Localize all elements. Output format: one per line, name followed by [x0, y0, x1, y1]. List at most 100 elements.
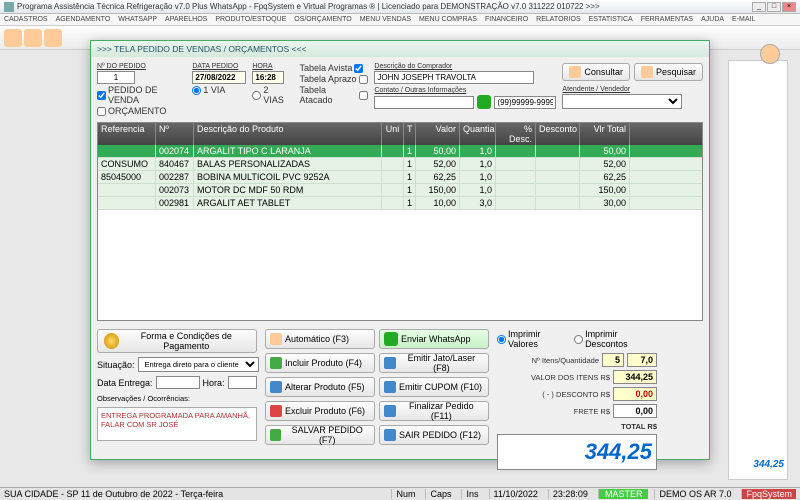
- pedido-venda-label: PEDIDO DE VENDA: [108, 85, 186, 105]
- whatsapp-button[interactable]: Enviar WhatsApp: [379, 329, 489, 349]
- menu-cadastros[interactable]: CADASTROS: [4, 16, 48, 23]
- automatico-button[interactable]: Automático (F3): [265, 329, 375, 349]
- tabela-atacado-check[interactable]: [359, 91, 368, 100]
- menu-financeiro[interactable]: FINANCEIRO: [485, 16, 528, 23]
- col-pdesc[interactable]: % Desc.: [496, 123, 536, 145]
- flag-icon: [384, 405, 396, 417]
- menu-whatsapp[interactable]: WHATSAPP: [118, 16, 157, 23]
- toolbar-icon[interactable]: [44, 29, 62, 47]
- exit-icon: [384, 429, 396, 441]
- via2-label: 2 VIAS: [263, 85, 289, 105]
- pedido-venda-check[interactable]: [97, 91, 106, 100]
- fone-input[interactable]: [494, 96, 556, 109]
- tabela-avista-check[interactable]: [354, 64, 363, 73]
- modal-title: >>> TELA PEDIDO DE VENDAS / ORÇAMENTOS <…: [91, 41, 709, 57]
- col-uni[interactable]: Uni: [382, 123, 404, 145]
- contato-input[interactable]: [374, 96, 474, 109]
- payment-terms-button[interactable]: Forma e Condições de Pagamento: [97, 329, 257, 353]
- col-quantia[interactable]: Quantia: [460, 123, 496, 145]
- close-button[interactable]: ×: [782, 2, 796, 12]
- alterar-button[interactable]: Alterar Produto (F5): [265, 377, 375, 397]
- pesquisar-button[interactable]: Pesquisar: [634, 63, 703, 81]
- maximize-button[interactable]: □: [767, 2, 781, 12]
- table-row[interactable]: 002981ARGALIT AET TABLET110,003,030,00: [98, 197, 702, 210]
- imprimir-descontos-radio[interactable]: [574, 335, 583, 344]
- status-brand: FpqSystem: [741, 489, 796, 499]
- obs-textarea[interactable]: ENTREGA PROGRAMADA PARA AMANHÃ, FALAR CO…: [97, 407, 257, 441]
- menu-estatistica[interactable]: ESTATISTICA: [589, 16, 633, 23]
- incluir-button[interactable]: Incluir Produto (F4): [265, 353, 375, 373]
- products-grid: Referencia Nº Descrição do Produto Uni T…: [97, 122, 703, 321]
- excluir-button[interactable]: Excluir Produto (F6): [265, 401, 375, 421]
- menu-relatorios[interactable]: RELATORIOS: [536, 16, 580, 23]
- frete-label: FRETE R$: [574, 407, 610, 416]
- menu-aparelhos[interactable]: APARELHOS: [165, 16, 207, 23]
- desconto-label: ( - ) DESCONTO R$: [542, 390, 610, 399]
- check-icon: [270, 429, 281, 441]
- col-valor[interactable]: Valor: [416, 123, 460, 145]
- menu-vendas[interactable]: MENU VENDAS: [360, 16, 411, 23]
- menu-bar: CADASTROS AGENDAMENTO WHATSAPP APARELHOS…: [0, 14, 800, 26]
- col-no[interactable]: Nº: [156, 123, 194, 145]
- menu-email[interactable]: E-MAIL: [732, 16, 755, 23]
- itens-label: Nº Itens/Quantidade: [532, 356, 599, 365]
- menu-ferramentas[interactable]: FERRAMENTAS: [641, 16, 693, 23]
- orcamento-check[interactable]: [97, 107, 106, 116]
- col-referencia[interactable]: Referencia: [98, 123, 156, 145]
- atendente-select[interactable]: [562, 94, 682, 109]
- coins-icon: [104, 333, 119, 349]
- no-pedido-input[interactable]: [97, 71, 135, 84]
- atendente-label: Atendente / Vendedor: [562, 86, 703, 93]
- tabela-aprazo-check[interactable]: [359, 75, 368, 84]
- contato-label: Contato / Outras Informações: [374, 87, 556, 94]
- hora-entrega-input[interactable]: [228, 376, 257, 389]
- col-t[interactable]: T: [404, 123, 416, 145]
- data-pedido-input[interactable]: [192, 71, 246, 84]
- window-title: Programa Assistência Técnica Refrigeraçã…: [17, 2, 600, 11]
- grid-empty-area: [98, 210, 702, 320]
- menu-agendamento[interactable]: AGENDAMENTO: [56, 16, 111, 23]
- status-demo: DEMO OS AR 7.0: [654, 489, 735, 499]
- menu-produto[interactable]: PRODUTO/ESTOQUE: [215, 16, 286, 23]
- via2-radio[interactable]: [252, 91, 261, 100]
- toolbar-icon[interactable]: [4, 29, 22, 47]
- consultar-button[interactable]: Consultar: [562, 63, 630, 81]
- itens-qty: 7,0: [627, 353, 657, 367]
- status-time: 23:28:09: [548, 489, 592, 499]
- cupom-button[interactable]: Emitir CUPOM (F10): [379, 377, 489, 397]
- status-num: Num: [391, 489, 419, 499]
- sair-button[interactable]: SAIR PEDIDO (F12): [379, 425, 489, 445]
- table-row[interactable]: 002074ARGALIT TIPO C LARANJA150,001,050,…: [98, 145, 702, 158]
- table-row[interactable]: CONSUMO840467BALAS PERSONALIZADAS152,001…: [98, 158, 702, 171]
- itens-count: 5: [602, 353, 624, 367]
- menu-ajuda[interactable]: AJUDA: [701, 16, 724, 23]
- toolbar-icon[interactable]: [24, 29, 42, 47]
- jato-button[interactable]: Emitir Jato/Laser (F8): [379, 353, 489, 373]
- status-ins: Ins: [461, 489, 482, 499]
- data-entrega-input[interactable]: [156, 376, 200, 389]
- finalizar-button[interactable]: Finalizar Pedido (F11): [379, 401, 489, 421]
- menu-compras[interactable]: MENU COMPRAS: [419, 16, 477, 23]
- salvar-button[interactable]: SALVAR PEDIDO (F7): [265, 425, 375, 445]
- plus-icon: [270, 357, 282, 369]
- comprador-input[interactable]: [374, 71, 534, 84]
- menu-os[interactable]: OS/ORÇAMENTO: [294, 16, 351, 23]
- imprimir-valores-radio[interactable]: [497, 335, 506, 344]
- situacao-select[interactable]: Entrega direto para o cliente: [138, 357, 259, 372]
- next-arrow-icon[interactable]: [760, 44, 780, 64]
- status-location: SUA CIDADE - SP 11 de Outubro de 2022 - …: [4, 489, 223, 499]
- whatsapp-icon[interactable]: [477, 95, 491, 109]
- via1-radio[interactable]: [192, 86, 201, 95]
- barcode-icon: [270, 333, 282, 345]
- valor-itens: 344,25: [613, 370, 657, 384]
- edit-icon: [270, 381, 282, 393]
- col-desconto[interactable]: Desconto: [536, 123, 580, 145]
- minimize-button[interactable]: _: [752, 2, 766, 12]
- table-row[interactable]: 002073MOTOR DC MDF 50 RDM1150,001,0150,0…: [98, 184, 702, 197]
- col-total[interactable]: Vlr Total: [580, 123, 630, 145]
- table-row[interactable]: 85045000002287BOBINA MULTICOIL PVC 9252A…: [98, 171, 702, 184]
- frete-value[interactable]: 0,00: [613, 404, 657, 418]
- col-descricao[interactable]: Descrição do Produto: [194, 123, 382, 145]
- hora-input[interactable]: [252, 71, 284, 84]
- no-pedido-label: Nº DO PEDIDO: [97, 63, 186, 70]
